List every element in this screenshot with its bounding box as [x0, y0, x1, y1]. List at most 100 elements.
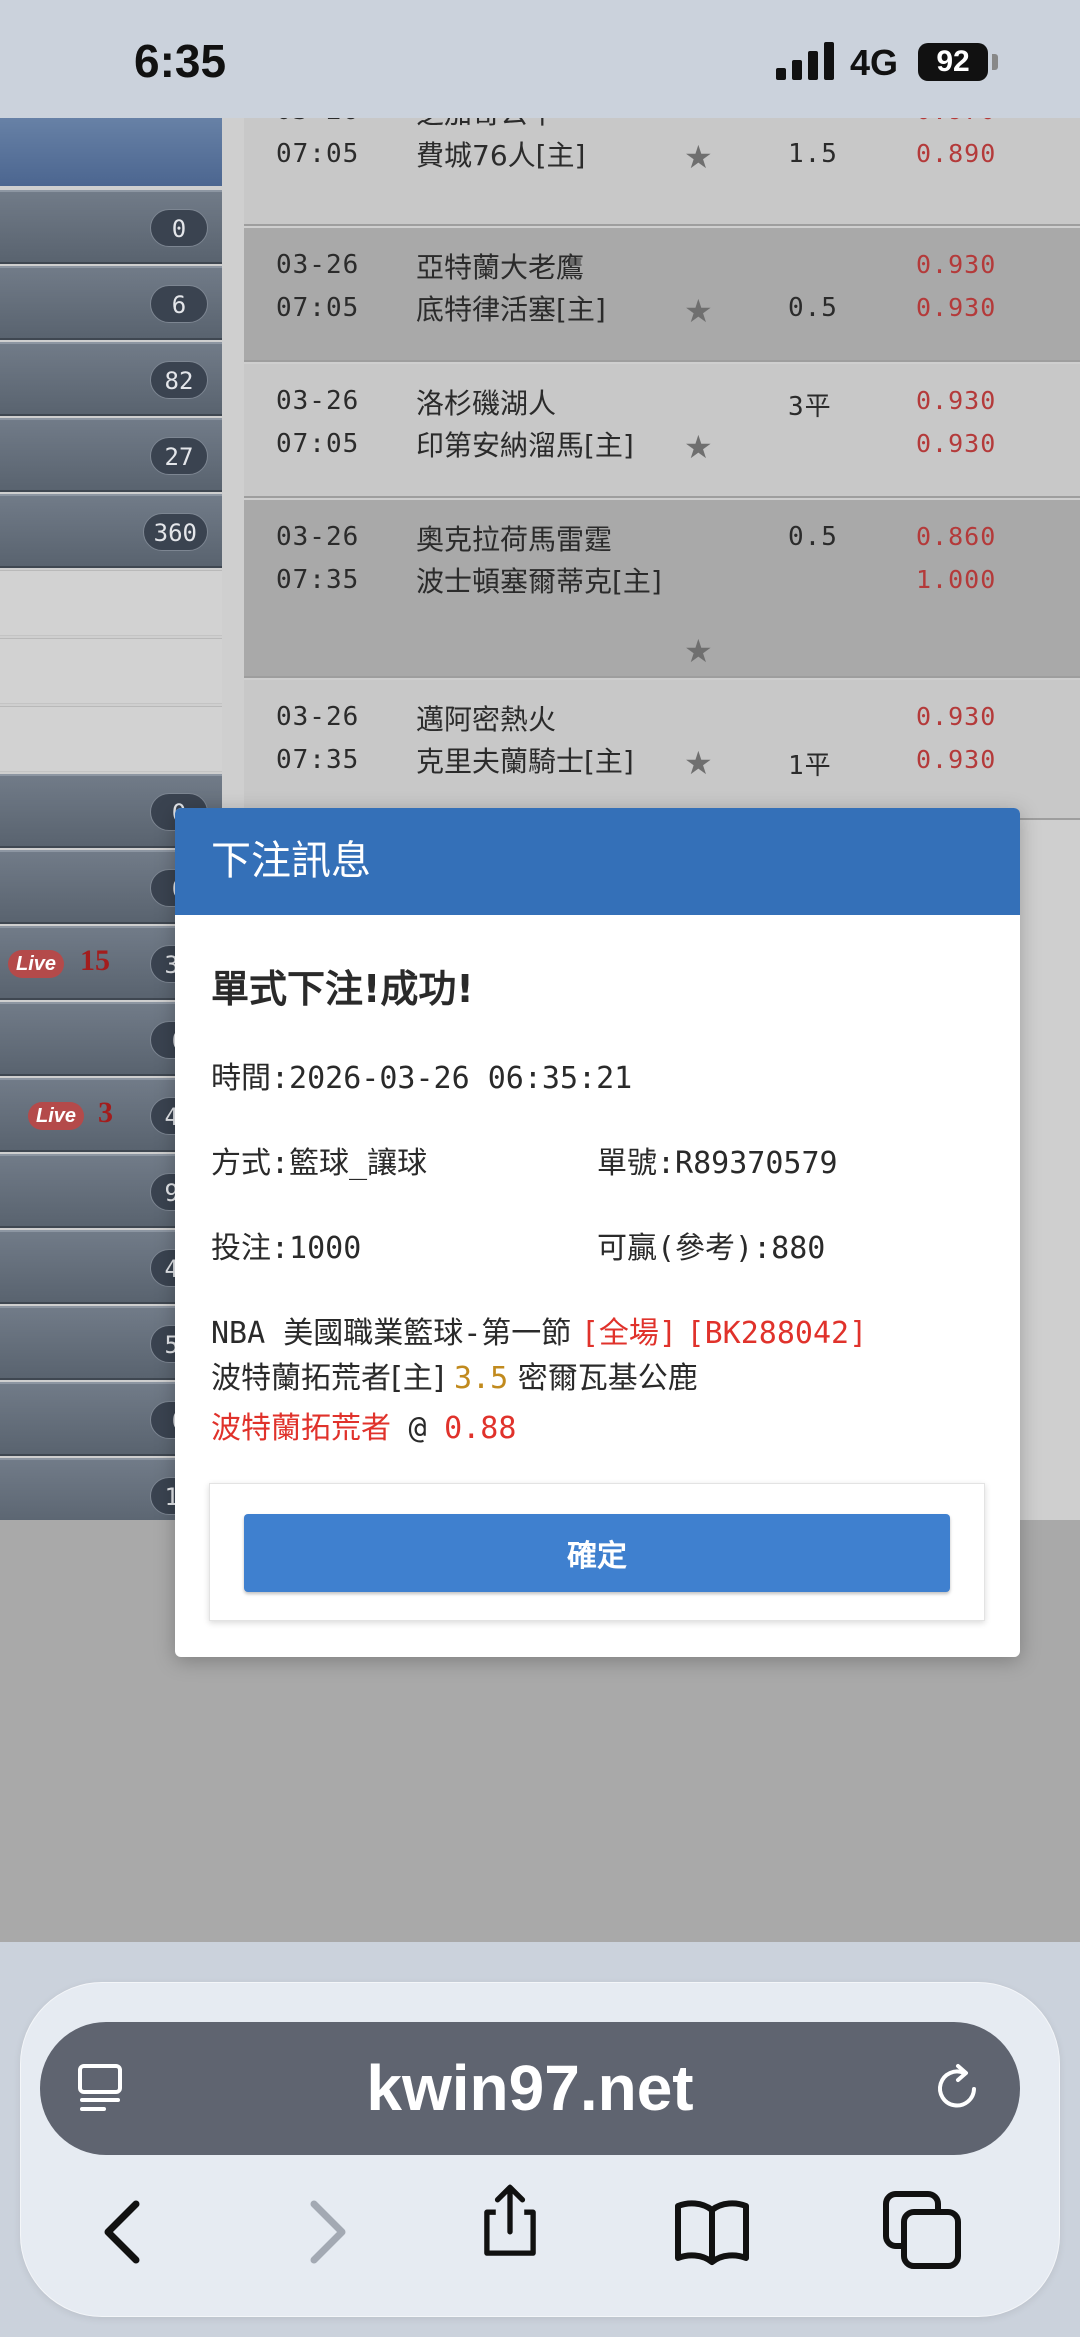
odds-bottom[interactable]: 0.930: [916, 745, 996, 774]
bet-stake: 投注:1000: [211, 1231, 362, 1266]
home-team-name: 底特律活塞[主]: [416, 293, 606, 326]
picked-odds: 0.88: [444, 1411, 517, 1446]
sidebar-header: [0, 118, 222, 186]
match-date: 03-26: [276, 250, 360, 280]
favorite-star-icon[interactable]: ★: [684, 632, 713, 670]
away-team-name: 芝加哥公牛: [416, 118, 556, 132]
match-date: 03-26: [276, 522, 360, 552]
favorite-star-icon[interactable]: ★: [684, 292, 713, 330]
match-time: 07:05: [276, 139, 360, 169]
league-name: NBA 美國職業籃球-第一節: [211, 1316, 572, 1351]
sidebar-count-badge: 6: [150, 285, 208, 323]
home-team-name: 印第安納溜馬[主]: [416, 429, 634, 462]
address-bar[interactable]: kwin97.net: [40, 2022, 1020, 2155]
home-team-name: 波士頓塞爾蒂克[主]: [416, 565, 662, 598]
match-row[interactable]: 03-26 07:05 亞特蘭大老鷹 底特律活塞[主] 0.5 0.930 0.930 ★: [244, 228, 1080, 362]
reload-icon[interactable]: [930, 2062, 984, 2116]
away-team-name: 邁阿密熱火: [416, 703, 557, 736]
odds-bottom[interactable]: 0.930: [916, 293, 996, 322]
picked-team: 波特蘭拓荒者: [211, 1411, 391, 1446]
bet-success-headline: 單式下注!成功!: [211, 967, 474, 1011]
forward-icon[interactable]: [284, 2192, 364, 2272]
order-number: 單號:R89370579: [597, 1146, 838, 1181]
odds-top[interactable]: 0.970: [916, 118, 996, 125]
home-team: 波特蘭拓荒者[主]: [211, 1361, 445, 1396]
odds-bottom[interactable]: 1.000: [916, 565, 996, 594]
sidebar-item[interactable]: 0: [0, 190, 222, 264]
sidebar-item[interactable]: [0, 638, 222, 704]
favorite-star-icon[interactable]: ★: [684, 138, 713, 176]
bet-method: 方式:籃球_讓球: [211, 1146, 428, 1181]
away-team-name: 奧克拉荷馬雷霆: [416, 523, 613, 556]
handicap-line: 1平: [788, 751, 832, 781]
live-badge: Live: [8, 950, 65, 978]
sidebar-item[interactable]: [0, 570, 222, 636]
cellular-signal-icon: [776, 42, 834, 80]
match-row[interactable]: 03-26 07:35 邁阿密熱火克里夫蘭騎士[主] 1平 0.930 0.930 ★: [244, 680, 1080, 820]
handicap-line: 3平: [788, 392, 832, 422]
bet-time: 時間:2026-03-26 06:35:21: [211, 1061, 633, 1096]
away-team-name: 亞特蘭大老鷹: [416, 251, 585, 284]
battery-icon: 92: [918, 43, 988, 81]
match-row[interactable]: 03-26 07:05 芝加哥公牛費城76人[主] 1.5 0.970 0.890 ★: [244, 118, 1080, 226]
odds-top[interactable]: 0.860: [916, 522, 996, 551]
match-date: 03-26: [276, 118, 359, 126]
bet-teams-line: 波特蘭拓荒者[主] 3.5 密爾瓦基公鹿: [211, 1353, 698, 1397]
network-type: 4G: [850, 42, 899, 83]
confirm-card: 確定: [209, 1483, 985, 1621]
away-team: 密爾瓦基公鹿: [517, 1361, 698, 1396]
favorite-star-icon[interactable]: ★: [684, 428, 713, 466]
bet-code: [BK288042]: [686, 1316, 868, 1351]
odds-bottom[interactable]: 0.930: [916, 429, 996, 458]
match-date: 03-26: [276, 702, 360, 732]
handicap-line: 0.5: [788, 522, 838, 552]
url-text[interactable]: kwin97.net: [40, 2022, 1020, 2155]
status-time: 6:35: [134, 35, 227, 87]
sidebar-count-badge: 0: [150, 209, 208, 247]
sidebar-count-badge: 27: [150, 437, 208, 475]
odds-top[interactable]: 0.930: [916, 250, 996, 279]
at-sign: @: [408, 1411, 427, 1446]
battery-tip: [992, 54, 998, 70]
confirm-button[interactable]: 確定: [244, 1514, 950, 1592]
match-time: 07:05: [276, 429, 360, 459]
match-row[interactable]: 03-26 07:35 奧克拉荷馬雷霆波士頓塞爾蒂克[主] 0.5 0.860 1.000…: [244, 500, 1080, 678]
sidebar-item[interactable]: [0, 706, 222, 772]
live-badge: Live: [28, 1102, 85, 1130]
live-count: 15: [80, 944, 110, 977]
bookmarks-icon[interactable]: [672, 2192, 752, 2272]
odds-bottom[interactable]: 0.890: [916, 139, 996, 168]
sidebar-count-badge: 82: [150, 361, 208, 399]
status-bar: 6:35 4G 92: [0, 0, 1080, 118]
handicap-line: 0.5: [788, 293, 838, 323]
sidebar-item[interactable]: 360: [0, 494, 222, 568]
bet-info-modal: 下注訊息 單式下注!成功! 時間:2026-03-26 06:35:21 方式:…: [175, 808, 1020, 1657]
match-time: 07:05: [276, 293, 360, 323]
modal-title: 下注訊息: [175, 808, 1020, 915]
odds-top[interactable]: 0.930: [916, 702, 996, 731]
sidebar-item[interactable]: 27: [0, 418, 222, 492]
handicap-value: 3.5: [453, 1361, 509, 1396]
sidebar-item[interactable]: 82: [0, 342, 222, 416]
tabs-icon[interactable]: [882, 2190, 962, 2270]
bet-pick-line: 波特蘭拓荒者 @ 0.88: [211, 1403, 516, 1447]
potential-win: 可贏(參考):880: [597, 1231, 826, 1266]
sidebar-item[interactable]: 6: [0, 266, 222, 340]
odds-top[interactable]: 0.930: [916, 386, 996, 415]
match-time: 07:35: [276, 745, 360, 775]
live-count: 3: [98, 1096, 113, 1129]
browser-toolbar: kwin97.net: [0, 1942, 1080, 2337]
match-row[interactable]: 03-26 07:05 洛杉磯湖人印第安納溜馬[主] 3平 0.930 0.930 ★: [244, 364, 1080, 498]
match-date: 03-26: [276, 386, 360, 416]
back-icon[interactable]: [86, 2192, 166, 2272]
away-team-name: 洛杉磯湖人: [416, 387, 557, 420]
home-team-name: 費城76人[主]: [416, 139, 586, 172]
handicap-line: 1.5: [788, 139, 838, 169]
share-icon[interactable]: [470, 2182, 550, 2262]
sidebar-count-badge: 360: [142, 513, 208, 551]
bet-league-line: NBA 美國職業籃球-第一節 [全場] [BK288042]: [211, 1308, 867, 1352]
bet-scope: [全場]: [580, 1316, 677, 1351]
match-time: 07:35: [276, 565, 360, 595]
favorite-star-icon[interactable]: ★: [684, 744, 713, 782]
home-team-name: 克里夫蘭騎士[主]: [416, 745, 634, 778]
